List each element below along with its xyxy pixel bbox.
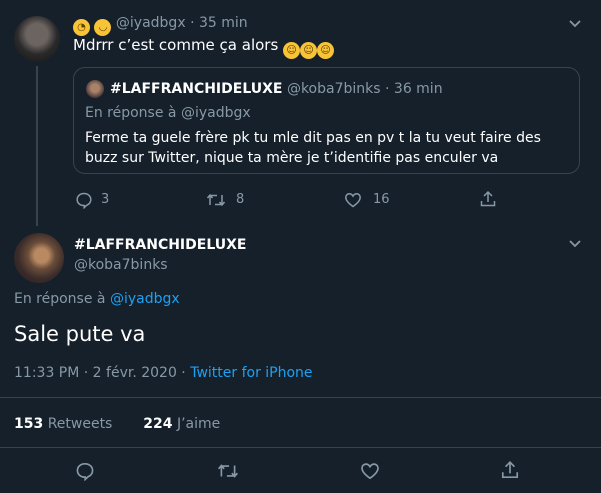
heart-icon[interactable] [344, 191, 362, 209]
tweet-stats: 153 Retweets 224 J’aime [14, 415, 220, 433]
quote-handle: @koba7binks [286, 81, 381, 97]
rofl-emoji: ☺ [317, 42, 335, 59]
avatar[interactable] [14, 16, 60, 62]
separator: · [385, 81, 390, 97]
divider [0, 397, 601, 398]
heart-icon[interactable] [360, 461, 380, 481]
user-handle[interactable]: @iyadbgx [116, 15, 186, 31]
tweet-text: Mdrrr c’est comme ça alors ☺ ☺ ☺ [73, 35, 335, 59]
pensive-face-emoji: ◡ [94, 19, 112, 36]
retweets-stat[interactable]: 153 Retweets [14, 416, 112, 432]
likes-count: 224 [143, 416, 173, 432]
tweet-time[interactable]: 35 min [199, 15, 248, 31]
reply-to: En réponse à @iyadbgx [14, 290, 180, 308]
thread-line [36, 66, 38, 226]
tweet-timestamp[interactable]: 11:33 PM · 2 févr. 2020 · [14, 365, 190, 381]
reply-icon[interactable] [75, 461, 95, 481]
retweet-icon[interactable] [217, 461, 239, 481]
display-name[interactable]: #LAFFRANCHIDELUXE [74, 236, 246, 254]
reply-icon[interactable] [75, 191, 93, 209]
tweet-source[interactable]: Twitter for iPhone [190, 365, 312, 381]
yawning-face-emoji: ◔ [73, 19, 90, 36]
quote-reply-to: En réponse à @iyadbgx [85, 105, 251, 121]
retweet-count: 8 [236, 192, 245, 207]
separator: · [190, 15, 195, 31]
share-icon[interactable] [479, 190, 497, 208]
reply-count: 3 [101, 192, 110, 207]
chevron-down-icon[interactable] [567, 235, 583, 251]
rofl-emoji: ☺ [300, 42, 318, 59]
likes-stat[interactable]: 224 J’aime [143, 416, 220, 432]
quote-text: Ferme ta guele frère pk tu mle dit pas e… [85, 130, 541, 166]
retweet-icon[interactable] [206, 191, 226, 209]
likes-label: J’aime [176, 416, 221, 432]
quote-header: #LAFFRANCHIDELUXE @koba7binks · 36 min [110, 79, 443, 99]
share-icon[interactable] [500, 460, 520, 480]
divider [0, 447, 601, 448]
retweets-label: Retweets [47, 416, 113, 432]
tweet-text: Sale pute va [14, 322, 146, 346]
quote-display-name: #LAFFRANCHIDELUXE [110, 81, 283, 97]
rofl-emoji: ☺ [283, 42, 301, 59]
quote-time: 36 min [393, 81, 443, 97]
chevron-down-icon[interactable] [567, 15, 583, 31]
reply-to-label: En réponse à [14, 291, 106, 307]
user-handle[interactable]: @koba7binks [74, 256, 168, 274]
tweet-metadata: 11:33 PM · 2 févr. 2020 · Twitter for iP… [14, 364, 313, 382]
quote-avatar [86, 80, 104, 98]
reply-to-handle[interactable]: @iyadbgx [110, 291, 180, 307]
tweet-text-content: Mdrrr c’est comme ça alors [73, 36, 279, 54]
retweets-count: 153 [14, 416, 44, 432]
avatar[interactable] [14, 233, 64, 283]
like-count: 16 [373, 192, 390, 207]
tweet-header: ◔ ◡ @iyadbgx · 35 min [73, 13, 248, 36]
